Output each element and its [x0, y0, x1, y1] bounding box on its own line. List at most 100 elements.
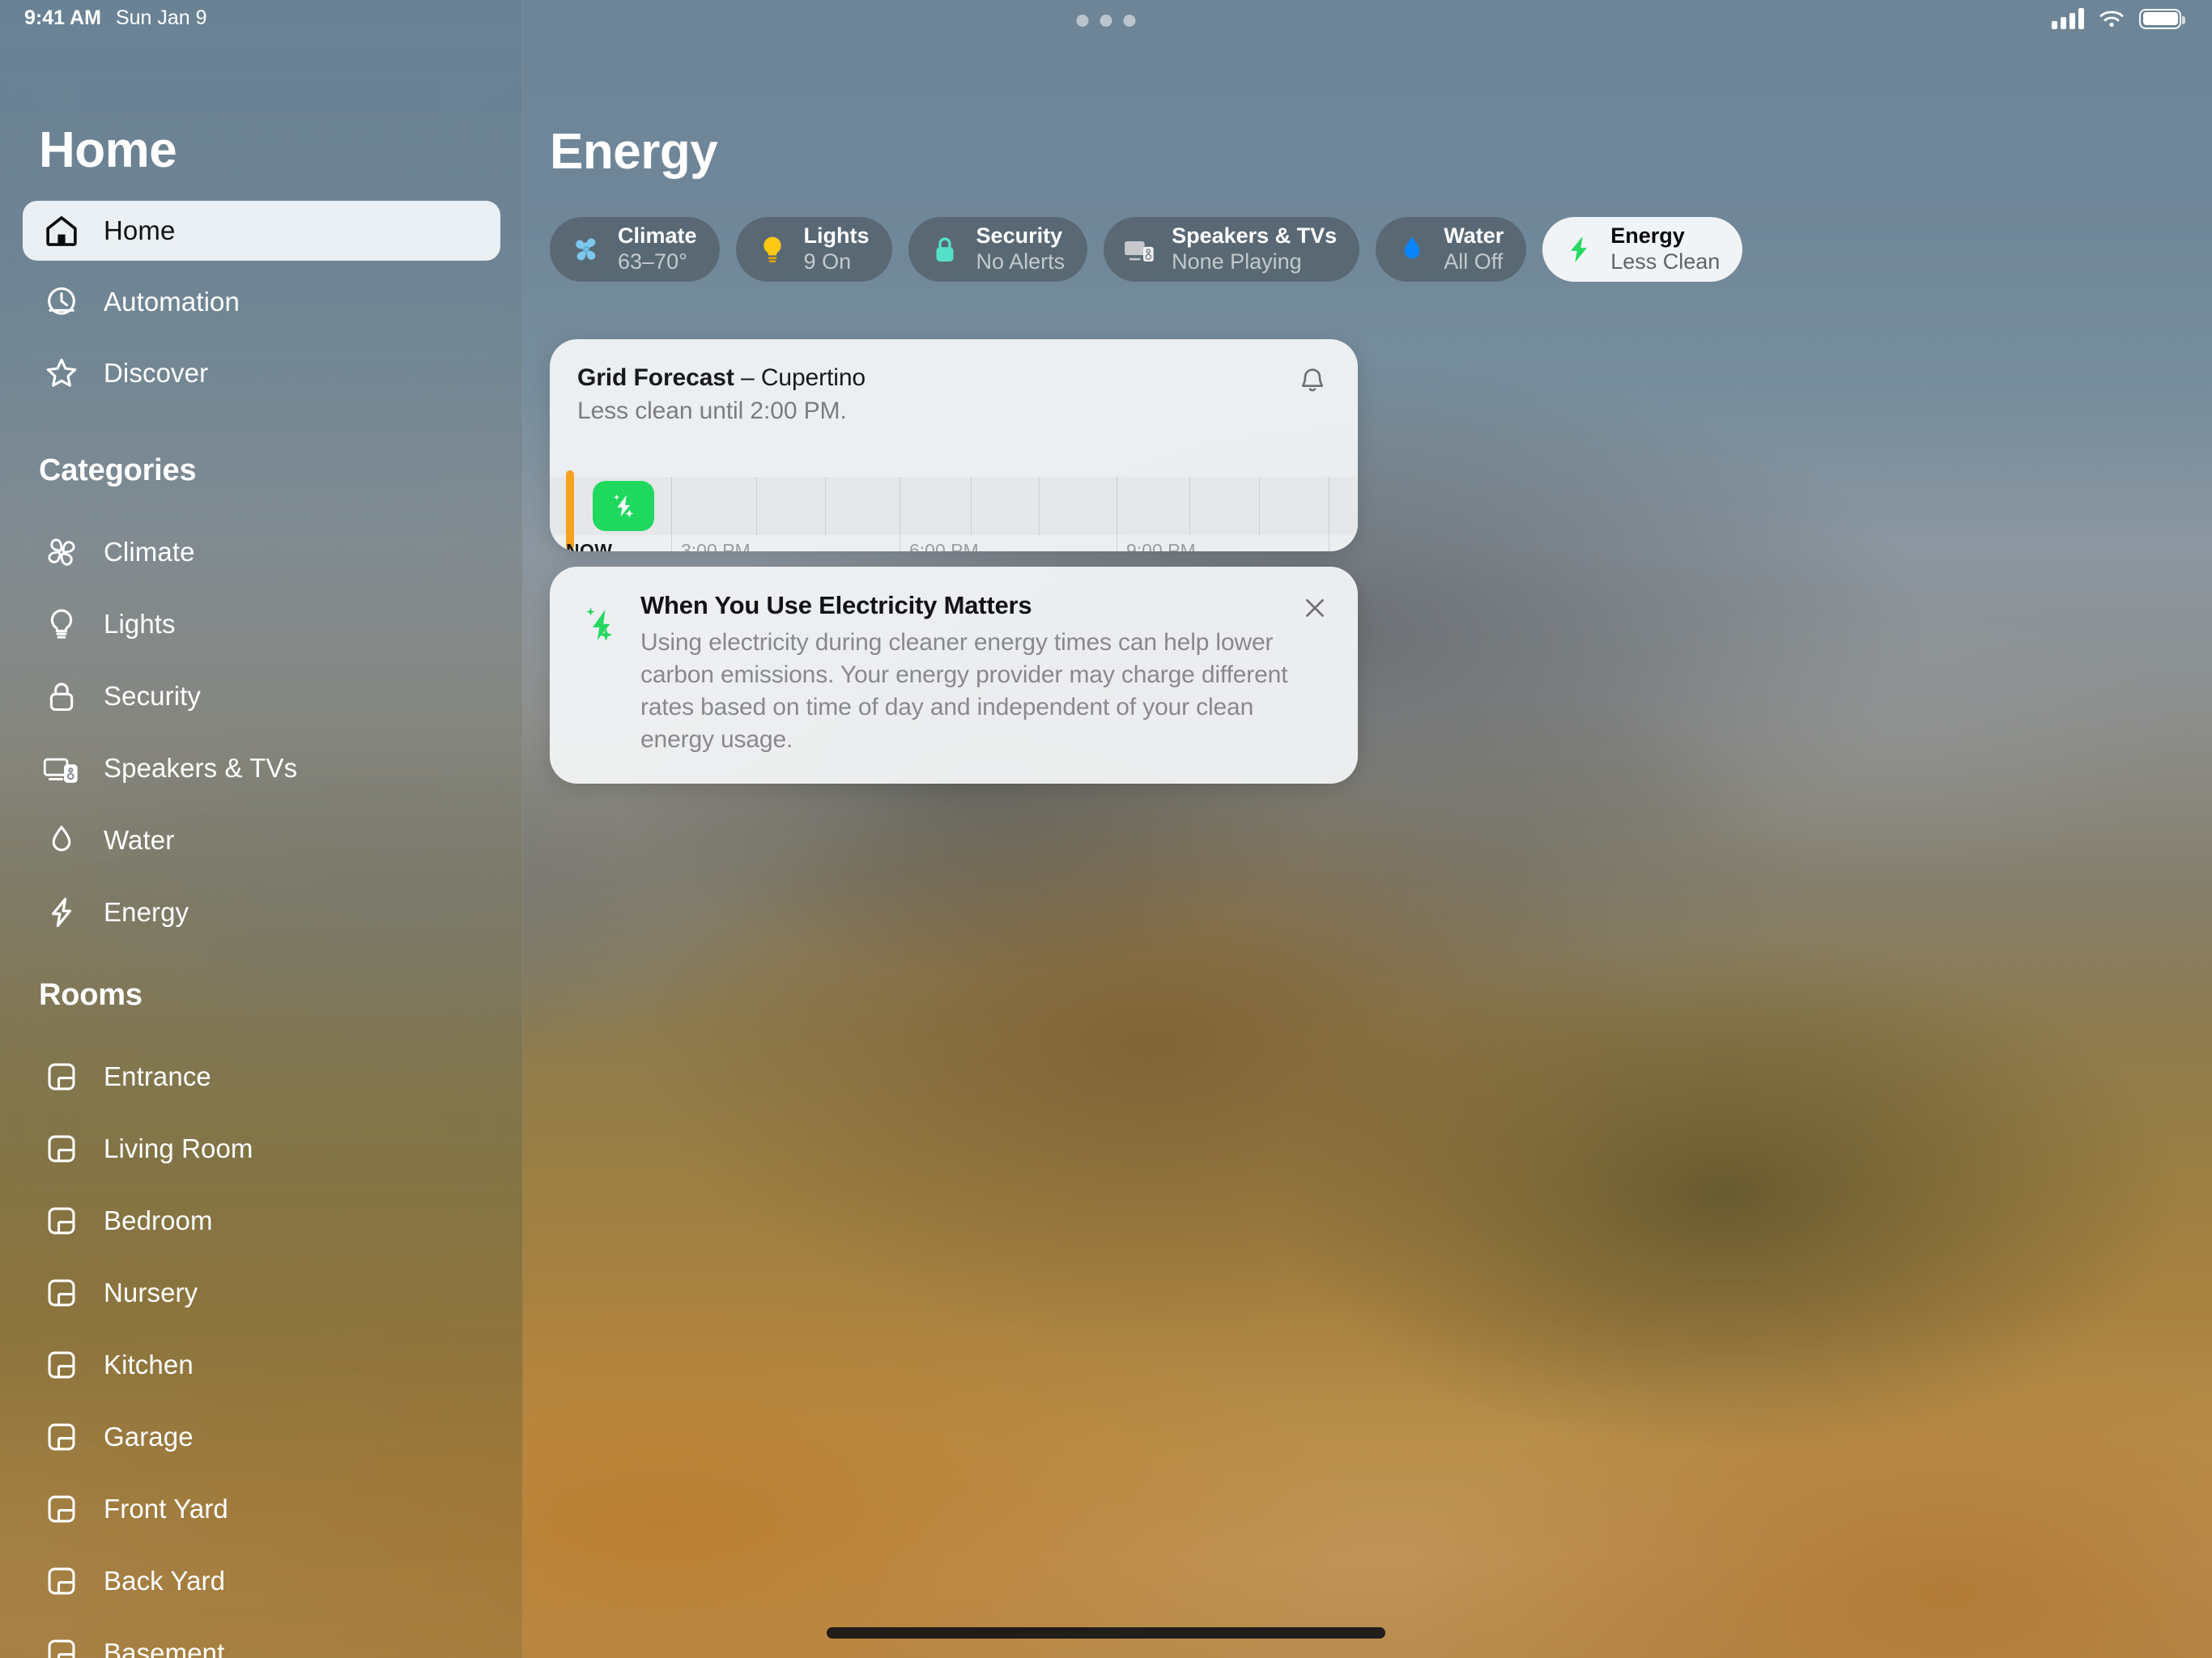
status-bar: 9:41 AM Sun Jan 9 — [0, 0, 2212, 40]
sidebar-item-basement[interactable]: Basement — [23, 1623, 500, 1658]
bar — [2052, 21, 2057, 29]
status-bar-date: Sun Jan 9 — [115, 6, 207, 29]
chip-energy[interactable]: Energy Less Clean — [1542, 217, 1743, 282]
sidebar-item-label: Kitchen — [104, 1350, 194, 1380]
sidebar: Home Home Automation Discover Categories… — [0, 0, 523, 1658]
sidebar-item-label: Security — [104, 681, 202, 711]
fan-icon — [568, 231, 605, 268]
battery-level — [2142, 12, 2178, 25]
sidebar-item-speakers-tvs[interactable]: Speakers & TVs — [23, 738, 500, 798]
chip-title: Climate — [618, 223, 697, 248]
electricity-info-card: When You Use Electricity Matters Using e… — [550, 567, 1358, 784]
gridline — [1189, 477, 1190, 535]
sidebar-rooms-list: Entrance Living Room Bedroom Nursery Kit… — [23, 1047, 500, 1658]
bar — [2078, 8, 2084, 29]
multitasking-dots-icon[interactable] — [1076, 15, 1136, 27]
battery-icon — [2139, 8, 2185, 29]
grid-forecast-timeline: NOW 3:00 PM 6:00 PM 9:00 PM — [550, 470, 1358, 551]
chip-text: Water All Off — [1444, 223, 1504, 276]
chip-text: Lights 9 On — [804, 223, 870, 276]
sidebar-item-water[interactable]: Water — [23, 810, 500, 870]
sidebar-item-back-yard[interactable]: Back Yard — [23, 1551, 500, 1611]
room-icon — [40, 1416, 83, 1458]
wifi-icon — [2099, 11, 2124, 28]
sidebar-item-entrance[interactable]: Entrance — [23, 1047, 500, 1107]
ipad-home-app-screen: 9:41 AM Sun Jan 9 Home Home Automation D… — [0, 0, 2212, 1658]
tv-speaker-icon — [1121, 231, 1159, 268]
bell-icon[interactable] — [1295, 363, 1330, 399]
sidebar-item-label: Lights — [104, 609, 176, 639]
chip-text: Energy Less Clean — [1610, 223, 1720, 276]
chip-text: Security No Alerts — [976, 223, 1066, 276]
chip-title: Security — [976, 223, 1063, 248]
room-icon — [40, 1632, 83, 1658]
gridline — [825, 477, 826, 535]
sidebar-item-lights[interactable]: Lights — [23, 594, 500, 654]
lightbulb-icon — [40, 603, 83, 645]
sidebar-item-nursery[interactable]: Nursery — [23, 1263, 500, 1323]
chip-title: Lights — [803, 223, 870, 248]
timeline-time-label: 9:00 PM — [1126, 540, 1196, 551]
bolt-icon — [40, 891, 83, 933]
chip-security[interactable]: Security No Alerts — [908, 217, 1088, 282]
sidebar-item-home[interactable]: Home — [23, 201, 500, 261]
sidebar-item-label: Living Room — [104, 1133, 253, 1163]
chip-text: Speakers & TVs None Playing — [1172, 223, 1337, 276]
grid-forecast-title: Grid Forecast – Cupertino — [577, 364, 1330, 392]
status-bar-clock-group: 9:41 AM Sun Jan 9 — [24, 6, 207, 30]
sidebar-item-front-yard[interactable]: Front Yard — [23, 1479, 500, 1539]
water-drop-icon — [1393, 231, 1431, 268]
sidebar-categories-list: Climate Lights Security Speakers & TVs W… — [23, 522, 500, 954]
sparkle-bolt-icon — [614, 494, 634, 518]
sidebar-item-security[interactable]: Security — [23, 666, 500, 726]
home-indicator[interactable] — [827, 1627, 1385, 1639]
sidebar-item-discover[interactable]: Discover — [23, 343, 500, 403]
main-content: Energy Climate 63–70° Lights 9 On Securi… — [523, 0, 2212, 1658]
grid-forecast-title-location: – Cupertino — [734, 364, 866, 391]
close-icon[interactable] — [1296, 589, 1334, 627]
sidebar-item-living-room[interactable]: Living Room — [23, 1119, 500, 1179]
chip-title: Energy — [1610, 223, 1685, 248]
bar — [2069, 13, 2075, 29]
categories-section-header: Categories — [39, 453, 197, 487]
sidebar-item-label: Garage — [104, 1422, 194, 1452]
lock-icon — [926, 231, 963, 268]
sidebar-item-label: Bedroom — [104, 1205, 213, 1235]
sidebar-item-kitchen[interactable]: Kitchen — [23, 1335, 500, 1395]
lock-icon — [40, 675, 83, 717]
grid-forecast-card[interactable]: Grid Forecast – Cupertino Less clean unt… — [550, 339, 1358, 551]
room-icon — [40, 1272, 83, 1314]
gridline — [1039, 477, 1040, 535]
lightbulb-icon — [754, 231, 791, 268]
sidebar-item-label: Back Yard — [104, 1566, 226, 1596]
dot — [1123, 15, 1136, 27]
chip-climate[interactable]: Climate 63–70° — [550, 217, 720, 282]
sidebar-item-energy[interactable]: Energy — [23, 882, 500, 942]
chip-subtitle: Less Clean — [1610, 249, 1721, 274]
status-bar-time: 9:41 AM — [24, 6, 101, 29]
chip-lights[interactable]: Lights 9 On — [735, 217, 892, 282]
gridline — [1259, 477, 1260, 535]
room-icon — [40, 1560, 83, 1602]
chip-title: Water — [1444, 223, 1504, 248]
chip-subtitle: All Off — [1444, 249, 1504, 274]
sparkle-bolt-icon — [577, 601, 626, 649]
sidebar-item-automation[interactable]: Automation — [23, 272, 500, 332]
sidebar-primary-nav: Home Automation Discover — [23, 201, 500, 414]
sidebar-item-label: Home — [104, 215, 176, 245]
sidebar-item-climate[interactable]: Climate — [23, 522, 500, 582]
sidebar-item-label: Discover — [104, 358, 209, 388]
sidebar-item-garage[interactable]: Garage — [23, 1407, 500, 1467]
info-card-text: Using electricity during cleaner energy … — [640, 629, 1288, 753]
dot — [1076, 15, 1089, 27]
grid-forecast-header: Grid Forecast – Cupertino Less clean unt… — [550, 339, 1358, 425]
grid-forecast-title-bold: Grid Forecast — [577, 364, 734, 391]
chip-speakers-tvs[interactable]: Speakers & TVs None Playing — [1104, 217, 1360, 282]
chip-water[interactable]: Water All Off — [1376, 217, 1527, 282]
info-card-row: When You Use Electricity Matters Using e… — [577, 591, 1330, 756]
sidebar-item-label: Entrance — [104, 1061, 211, 1091]
room-icon — [40, 1128, 83, 1170]
chip-subtitle: No Alerts — [976, 249, 1066, 274]
sidebar-item-label: Water — [104, 825, 175, 855]
sidebar-item-bedroom[interactable]: Bedroom — [23, 1191, 500, 1251]
